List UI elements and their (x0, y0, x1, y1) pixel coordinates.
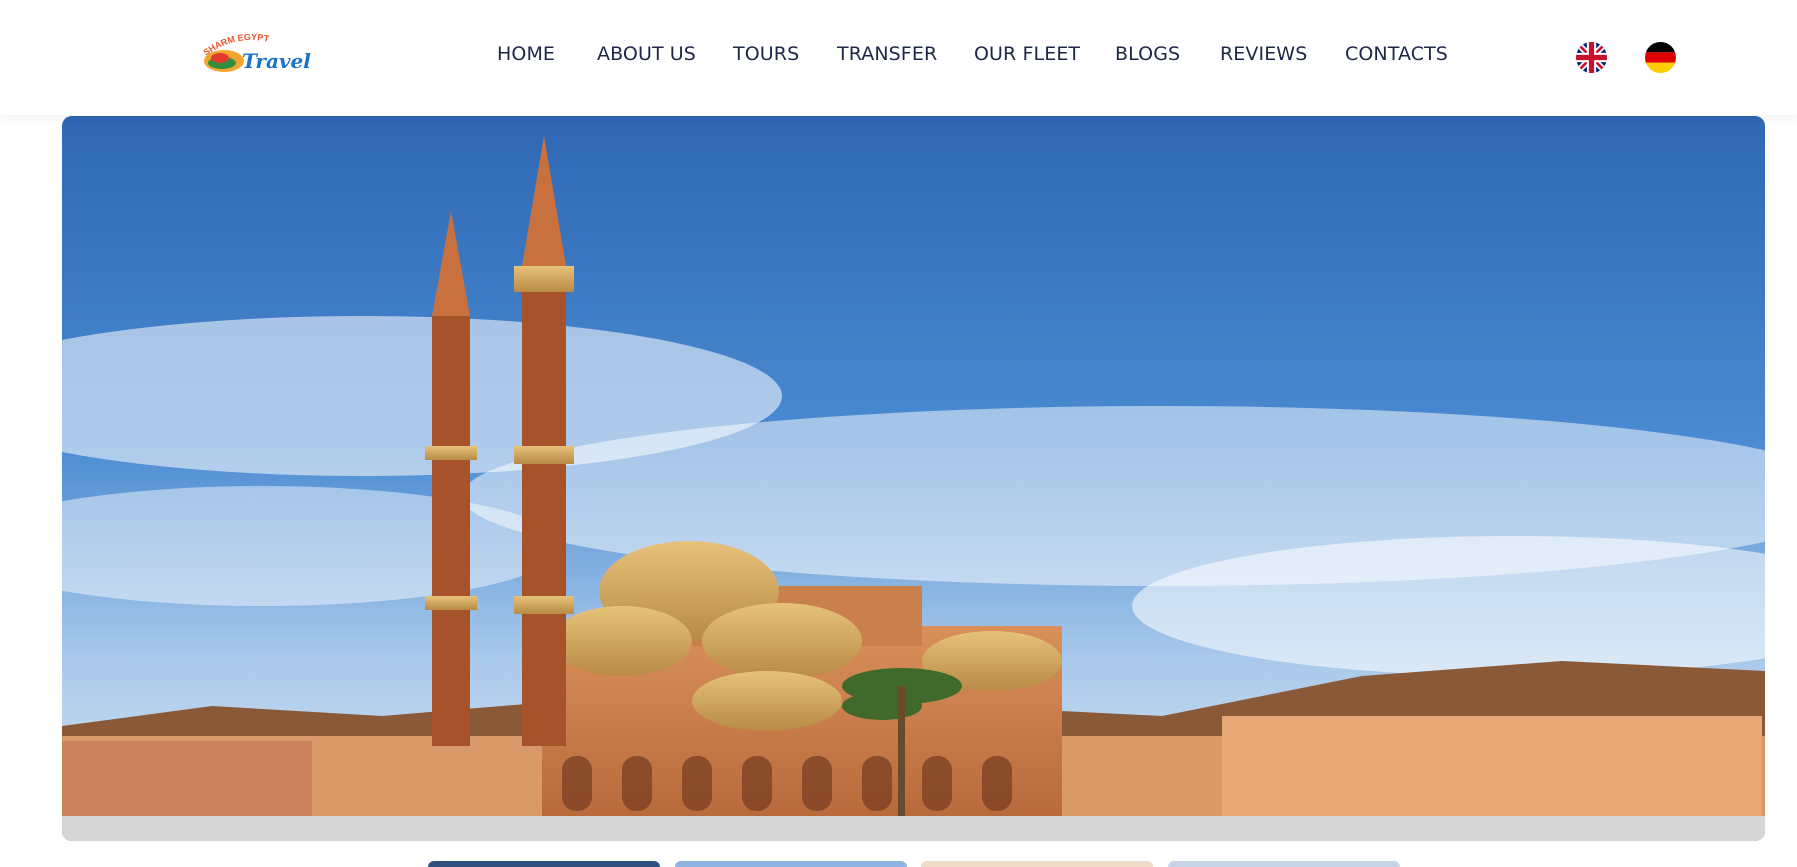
germany-flag-icon (1645, 42, 1676, 73)
language-english-button[interactable] (1576, 42, 1607, 73)
thumbnail-3[interactable] (921, 861, 1153, 867)
nav-item-our-fleet[interactable]: OUR FLEET (974, 43, 1080, 65)
thumbnail-1[interactable] (428, 861, 660, 867)
main-nav: HOME ABOUT US TOURS TRANSFER OUR FLEET B… (0, 0, 1797, 112)
gallery-thumbnails (0, 861, 1797, 867)
mosque-image (62, 116, 1765, 841)
uk-flag-icon (1576, 42, 1607, 73)
nav-item-home[interactable]: HOME (497, 43, 555, 65)
nav-item-tours[interactable]: TOURS (733, 43, 799, 65)
thumbnail-4[interactable] (1168, 861, 1400, 867)
language-german-button[interactable] (1645, 42, 1676, 73)
hero-image (62, 116, 1765, 841)
nav-item-blogs[interactable]: BLOGS (1115, 43, 1180, 65)
nav-item-contacts[interactable]: CONTACTS (1345, 43, 1448, 65)
thumbnail-2[interactable] (675, 861, 907, 867)
site-header: SHARM EGYPT Travel HOME ABOUT US TOURS T… (0, 0, 1797, 115)
nav-item-about-us[interactable]: ABOUT US (597, 43, 696, 65)
nav-item-transfer[interactable]: TRANSFER (837, 43, 937, 65)
nav-item-reviews[interactable]: REVIEWS (1220, 43, 1307, 65)
